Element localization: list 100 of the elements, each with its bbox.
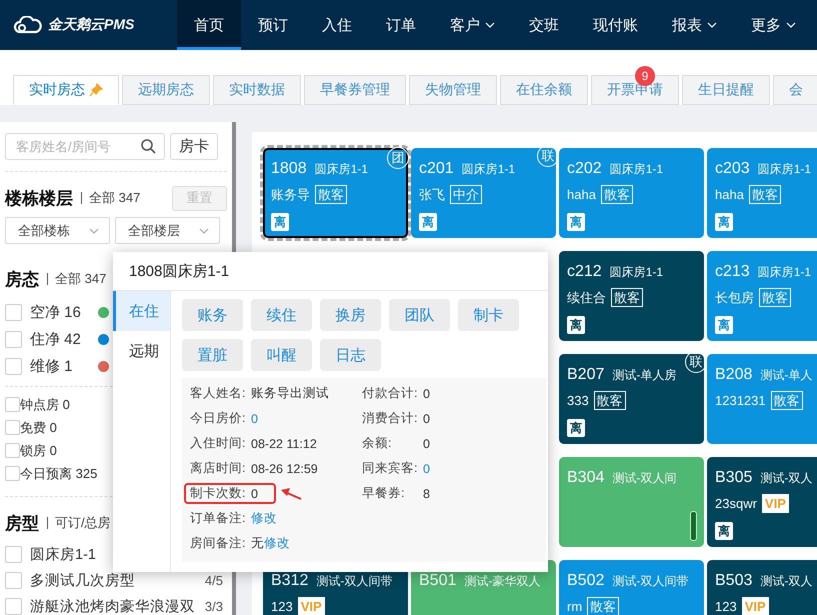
nav-item[interactable]: 报表: [655, 0, 734, 50]
room-number: c201: [419, 160, 454, 178]
room-card[interactable]: c202 圆床房1-1 haha 散客 离: [559, 148, 704, 238]
checkbox[interactable]: [5, 397, 20, 412]
tab[interactable]: 失物管理: [409, 75, 497, 105]
dropdown-select[interactable]: 全部楼栋: [5, 217, 110, 244]
value-link[interactable]: 0: [251, 412, 258, 426]
tab[interactable]: 会: [773, 75, 817, 105]
guest-tag: 散客: [594, 391, 626, 410]
room-card[interactable]: B207 测试-单人房 333 散客 离 联: [559, 354, 704, 444]
room-number: B502: [567, 572, 604, 590]
room-type: 测试-双人: [760, 573, 812, 590]
tab[interactable]: 实时房态: [13, 75, 119, 105]
room-type: 圆床房1-1: [758, 264, 812, 281]
nav-item[interactable]: 入住: [305, 0, 369, 50]
field-label: 制卡次数:: [190, 485, 246, 502]
room-number: B305: [715, 469, 752, 487]
action-button[interactable]: 叫醒: [251, 339, 312, 371]
guest-name: 123: [715, 599, 737, 614]
action-button[interactable]: 置脏: [182, 339, 243, 371]
room-card[interactable]: B208 测试-单人 1231231 散客: [707, 354, 817, 444]
tab[interactable]: 实时数据: [213, 75, 301, 105]
guest-name: 333: [567, 393, 589, 408]
tab[interactable]: 早餐券管理: [304, 75, 406, 105]
section-summary: 全部 347: [81, 192, 140, 204]
field-label: 今日房价:: [190, 410, 246, 427]
corner-badge: 团: [387, 147, 409, 169]
guest-name: haha: [715, 187, 744, 202]
nav-item[interactable]: 客户: [433, 0, 512, 50]
action-button[interactable]: 账务: [182, 299, 243, 331]
checkbox[interactable]: [5, 331, 22, 348]
checkbox[interactable]: [5, 598, 22, 614]
guest-tag: 散客: [600, 185, 633, 204]
room-card[interactable]: B304 测试-双人间: [559, 457, 704, 547]
nav-item[interactable]: 更多: [734, 0, 813, 50]
room-type: 测试-双人间: [612, 470, 676, 487]
nav-item[interactable]: 首页: [177, 0, 241, 50]
status-badge: 离: [567, 419, 585, 437]
room-type-label: 圆床房1-1: [30, 546, 96, 564]
room-type: 测试-豪华双人: [464, 573, 540, 590]
field-value: 08-22 11:12: [251, 436, 317, 450]
room-card[interactable]: c213 圆床房1-1 长包房 散客 离: [707, 251, 817, 341]
guest-tag: 散客: [611, 288, 643, 307]
room-card[interactable]: c212 圆床房1-1 续住合 散客 离: [559, 251, 704, 341]
room-card[interactable]: B305 测试-双人 23sqwr VIP 离: [707, 457, 817, 547]
room-card[interactable]: c203 圆床房1-1 haha 散客 离: [707, 148, 817, 238]
field-label: 付款合计:: [362, 385, 418, 402]
guest-tag: VIP: [762, 494, 789, 513]
room-card[interactable]: B503 测试-双人 123 VIP: [707, 560, 817, 615]
edit-link[interactable]: 修改: [251, 510, 277, 527]
checkbox[interactable]: [5, 572, 22, 588]
filter-label: 今日预离 325: [20, 464, 98, 482]
checkbox[interactable]: [5, 304, 22, 321]
status-label: 住净 42: [30, 330, 81, 349]
checkbox[interactable]: [5, 358, 22, 375]
chevron-down-icon: [786, 21, 796, 29]
popup-tab[interactable]: 远期: [113, 331, 170, 371]
room-card[interactable]: B502 测试-双人间带 rm 散客: [559, 560, 704, 615]
guest-tag: VIP: [298, 597, 325, 615]
chevron-down-icon: [707, 21, 717, 29]
room-card-button[interactable]: 房卡: [170, 133, 218, 160]
nav-item[interactable]: 现付账: [576, 0, 655, 50]
action-button[interactable]: 换房: [320, 299, 381, 331]
dropdown-select[interactable]: 全部楼层: [115, 217, 220, 244]
section-title: 房型: [5, 512, 39, 534]
room-number: B207: [567, 366, 604, 384]
checkbox[interactable]: [5, 546, 22, 562]
room-card[interactable]: c201 圆床房1-1 张飞 中介 离 联: [411, 148, 556, 238]
checkbox[interactable]: [5, 466, 20, 481]
nav-item[interactable]: 预订: [241, 0, 305, 50]
checkbox[interactable]: [5, 443, 20, 458]
edit-link[interactable]: 修改: [264, 536, 290, 550]
action-button[interactable]: 团队: [389, 299, 450, 331]
room-type: 测试-双人间带: [612, 573, 688, 590]
nav-item[interactable]: 订单: [369, 0, 433, 50]
field-value: 无修改: [251, 535, 290, 552]
tab[interactable]: 生日提醒: [682, 75, 770, 105]
room-count: 3/3: [204, 598, 224, 614]
tab[interactable]: 远期房态: [122, 75, 210, 105]
popup-tab[interactable]: 在住: [113, 291, 170, 331]
nav-item[interactable]: 交班: [512, 0, 576, 50]
room-number: B501: [419, 572, 456, 590]
action-button[interactable]: 续住: [251, 299, 312, 331]
guest-name: 长包房: [715, 288, 754, 306]
room-type: 圆床房1-1: [758, 161, 812, 178]
action-button[interactable]: 制卡: [458, 299, 519, 331]
value-link[interactable]: 0: [423, 462, 430, 476]
field-label: 入住时间:: [190, 435, 246, 452]
room-number: 1808: [271, 160, 307, 178]
status-badge: 离: [715, 522, 733, 540]
checkbox[interactable]: [5, 420, 20, 435]
room-card[interactable]: 1808 圆床房1-1 账务导 散客 离 团: [263, 148, 408, 238]
action-button[interactable]: 日志: [320, 339, 381, 371]
field-label: 余额:: [362, 435, 392, 452]
search-field[interactable]: 客房姓名/房间号: [5, 133, 165, 160]
room-number: c213: [715, 263, 750, 281]
logo-text: 金天鹅云PMS: [48, 16, 134, 34]
annotation-arrow: [280, 487, 302, 501]
tab[interactable]: 在住余额: [500, 75, 588, 105]
room-number: c202: [567, 160, 602, 178]
